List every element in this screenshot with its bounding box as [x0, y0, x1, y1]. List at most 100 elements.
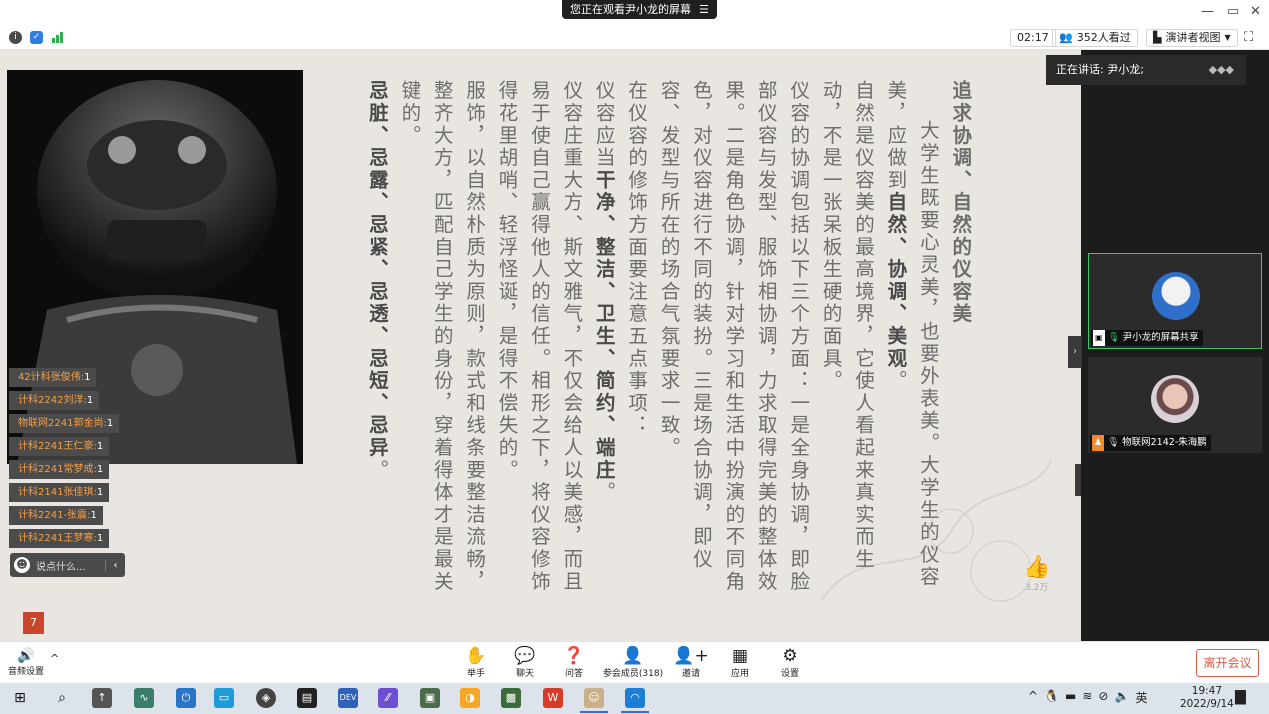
restore-button[interactable]: ▭ [1227, 4, 1239, 19]
qq-icon[interactable]: 🐧 [1044, 689, 1059, 706]
avatar [1152, 272, 1200, 320]
shield-icon[interactable]: ✓ [30, 31, 43, 44]
wps-icon[interactable]: W [543, 688, 563, 708]
control-bar: 🔊 音频设置 ^ ✋ 举手 💬 聊天 ❓ 问答 👤 参会成员(318) 👤+ 邀… [0, 641, 1269, 683]
slide-para-6: 仪容庄重大方、斯文雅气，不仅会给人以美感，而且易于使自己赢得他人的信任。相形之下… [495, 80, 583, 593]
wave-app-icon[interactable]: ∿ [134, 688, 154, 708]
slide-para-8: 忌脏、忌露、忌紧、忌透、忌短、忌异。 [365, 80, 389, 482]
viewers-label: 352人看过 [1076, 31, 1131, 44]
chat-message-text: 1 [106, 418, 114, 429]
windows-start-icon[interactable]: ⊞ [10, 688, 30, 708]
shared-slide: 追求协调、自然的仪容美 大学生既要心灵美，也要外表美。大学生的仪容美，应做到自然… [0, 50, 1081, 641]
chat-input[interactable]: ☻ 说点什么... ‹ [10, 553, 125, 577]
members-icon: 👤 [622, 646, 644, 666]
tencent-meeting-icon[interactable]: ◠ [621, 688, 649, 713]
devcpp-icon[interactable]: DEV [338, 688, 358, 708]
wave-icon: ◆◆◆ [1208, 63, 1234, 76]
layout-icon: ▙ [1153, 31, 1162, 44]
collapse-panel-button[interactable]: › [1068, 336, 1082, 368]
thumbs-up-icon: 👍 [1023, 555, 1051, 580]
like-button[interactable]: 👍 3.2万 [1023, 555, 1050, 593]
chat-message-text: 1 [86, 395, 94, 406]
volume-icon[interactable]: 🔈 [1114, 689, 1129, 706]
page-number: 7 [23, 612, 44, 634]
signal-icon[interactable] [52, 32, 63, 43]
search-icon[interactable]: ⌕ [52, 688, 72, 708]
share-notice-text: 您正在观看尹小龙的屏幕 [570, 3, 691, 16]
view-mode-dropdown[interactable]: ▙ 演讲者视图 ▼ [1146, 29, 1238, 47]
notification-icon[interactable]: ▇ [1235, 689, 1246, 705]
audio-settings-label: 音频设置 [8, 667, 45, 677]
windows-taskbar: ⊞ ⌕ ↑ ∿ ⏻ ▭ ◈ ▤ DEV ⁄⁄ ▣ ◑ ▩ W ☺ ◠ ^ 🐧 ▬… [0, 683, 1269, 714]
chevron-down-icon: ▼ [1224, 33, 1231, 42]
menu-icon[interactable]: ☰ [699, 0, 709, 19]
chat-sender: 计科2241王梦寒: [18, 533, 97, 544]
slide-para-2: 自然是仪容美的最高境界，它使人看起来真实而生动，不是一张呆板生硬的面具。 [819, 80, 875, 571]
viewers-count[interactable]: 👥 352人看过 [1052, 29, 1138, 47]
avatar [1151, 375, 1199, 423]
power-app-icon[interactable]: ⏻ [176, 688, 196, 708]
slide-para-4: 在仪容的修饰方面要注意五点事项： [624, 80, 648, 437]
chat-sender: 计科2241王仁豪: [18, 441, 97, 452]
battery-icon[interactable]: ▬ [1065, 689, 1076, 706]
minecraft-icon[interactable]: ▩ [501, 688, 521, 708]
chat-sender: 计科2241-张震: [18, 510, 91, 521]
view-mode-label: 演讲者视图 [1165, 31, 1221, 44]
chat-message: 计科2241-张震: 1 [9, 506, 103, 525]
chat-message: 42计科张俊伟: 1 [9, 368, 97, 387]
drag-handle[interactable] [1075, 464, 1081, 496]
browser-app-icon[interactable]: ◑ [460, 688, 480, 708]
audio-settings-button[interactable]: 🔊 音频设置 [8, 648, 44, 677]
chat-message-text: 1 [84, 372, 91, 383]
user-icon: ♟ [1092, 435, 1105, 451]
people-icon: 👥 [1059, 31, 1073, 44]
participant-name: ▣ 🎙 尹小龙的屏幕共享 [1091, 330, 1203, 346]
chat-sender: 42计科张俊伟: [18, 372, 85, 383]
qa-button[interactable]: ❓ 问答 [544, 646, 604, 679]
emoji-icon[interactable]: ☻ [14, 557, 30, 573]
chat-message: 计科2242刘洋: 1 [9, 391, 100, 410]
question-icon: ❓ [563, 646, 585, 666]
terminal-app-icon[interactable]: ▤ [297, 688, 317, 708]
leave-meeting-button[interactable]: 离开会议 [1196, 649, 1259, 677]
chat-message-text: 1 [96, 487, 104, 498]
chevron-up-icon[interactable]: ^ [1028, 689, 1038, 706]
participant-tile-screen-share[interactable]: ▣ 🎙 尹小龙的屏幕共享 [1088, 253, 1262, 349]
slide-para-3: 仪容的协调包括以下三个方面：一是全身协调，即脸部仪容与发型、服饰相协调，力求取得… [657, 80, 810, 593]
fullscreen-icon[interactable]: ⛶ [1244, 30, 1253, 45]
info-icon[interactable]: i [9, 31, 22, 44]
input-language[interactable]: 英 [1135, 689, 1147, 706]
chat-message-text: 1 [96, 464, 104, 475]
wifi-icon[interactable]: ≋ [1082, 689, 1092, 706]
cube-app-icon[interactable]: ◈ [256, 688, 276, 708]
members-button[interactable]: 👤 参会成员(318) [601, 646, 665, 679]
slide-para-5: 仪容应当干净、整洁、卫生、简约、端庄。 [592, 80, 616, 504]
chevron-left-icon[interactable]: ‹ [105, 559, 125, 571]
chat-message-text: 1 [96, 441, 104, 452]
clock-time: 19:47 [1191, 685, 1223, 697]
danmaku-chat-list: 42计科张俊伟: 1 计科2242刘洋: 1 物联网2241郭金尚: 1 计科2241… [9, 368, 120, 552]
minimize-button[interactable]: — [1201, 4, 1214, 19]
vs-icon[interactable]: ⁄⁄ [378, 688, 398, 708]
clock[interactable]: 19:47 2022/9/14 [1180, 685, 1234, 711]
chevron-up-icon[interactable]: ^ [50, 652, 59, 665]
close-button[interactable]: ✕ [1250, 4, 1261, 19]
upload-app-icon[interactable]: ↑ [92, 688, 112, 708]
meeting-timer: 02:17 [1010, 29, 1056, 47]
mic-icon: 🎙 [1107, 332, 1120, 343]
bilibili-icon[interactable]: ▭ [214, 688, 234, 708]
share-notice[interactable]: 您正在观看尹小龙的屏幕 ☰ [562, 0, 717, 19]
avatar-app-icon[interactable]: ☺ [580, 688, 608, 713]
chat-sender: 计科2242刘洋: [18, 395, 87, 406]
like-count: 3.2万 [1025, 583, 1049, 593]
system-tray: ^ 🐧 ▬ ≋ ⊘ 🔈 英 [1028, 689, 1147, 706]
speaking-label: 正在讲话: 尹小龙; [1056, 63, 1144, 76]
network-icon[interactable]: ⊘ [1098, 689, 1108, 706]
chat-input-placeholder: 说点什么... [36, 561, 86, 573]
chat-sender: 计科2141张佳琪: [18, 487, 97, 498]
chat-message-text: 1 [90, 510, 97, 521]
settings-button[interactable]: ⚙ 设置 [760, 646, 820, 679]
slide-body-text: 追求协调、自然的仪容美 大学生既要心灵美，也要外表美。大学生的仪容美，应做到自然… [360, 80, 976, 610]
participant-tile[interactable]: ♟ 🎙 物联网2142-朱海鹏 [1088, 357, 1262, 453]
map-app-icon[interactable]: ▣ [420, 688, 440, 708]
